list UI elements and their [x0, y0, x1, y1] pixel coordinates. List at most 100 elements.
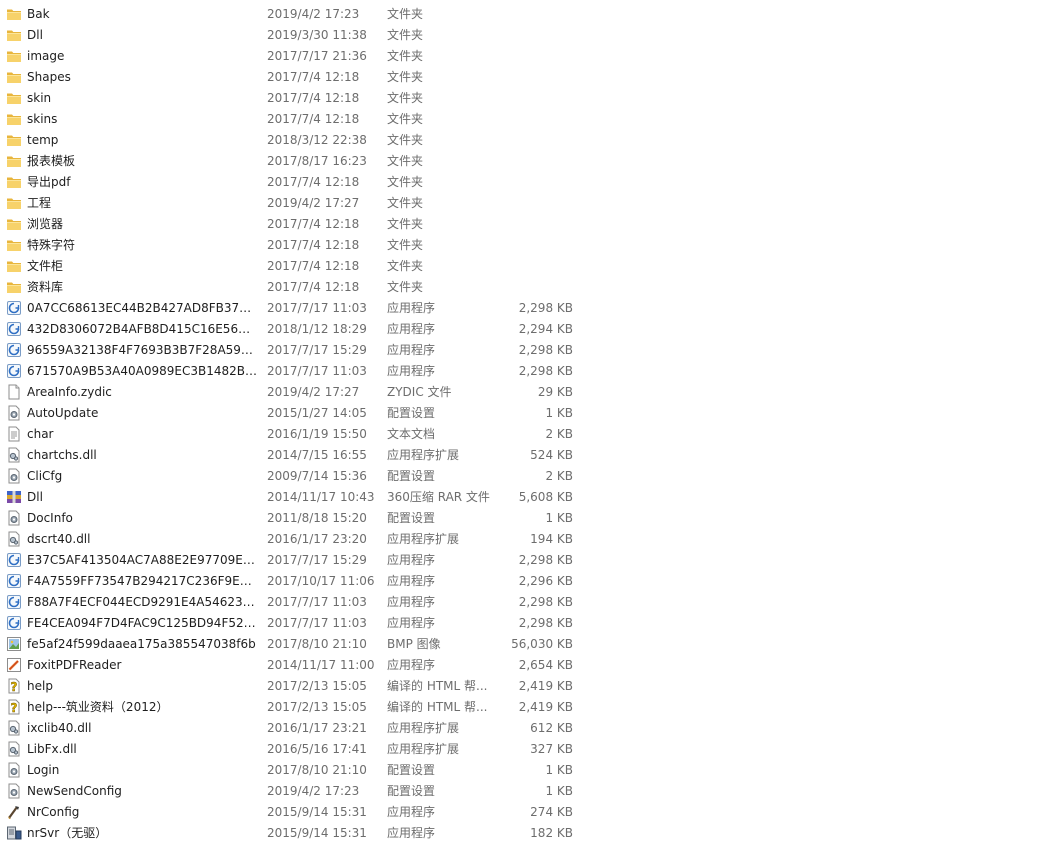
file-modified-date: 2017/7/4 12:18 [267, 217, 360, 231]
chm-help-icon: ? [6, 699, 22, 715]
file-row[interactable]: Login 2017/8/10 21:10 配置设置 1 KB [0, 760, 1047, 781]
file-name: DocInfo [27, 511, 73, 525]
file-row[interactable]: 432D8306072B4AFB8D415C16E56EC... 2018/1/1… [0, 319, 1047, 340]
file-type: 文本文档 [387, 427, 436, 441]
file-modified-date: 2017/8/10 21:10 [267, 637, 367, 651]
app-installer-icon [6, 573, 22, 589]
file-row[interactable]: FoxitPDFReader 2014/11/17 11:00 应用程序 2,654 … [0, 655, 1047, 676]
file-row[interactable]: E37C5AF413504AC7A88E2E97709E94... 2017/7/… [0, 550, 1047, 571]
file-type: ZYDIC 文件 [387, 385, 452, 399]
file-modified-date: 2017/7/17 11:03 [267, 616, 367, 630]
file-name: 432D8306072B4AFB8D415C16E56EC... [27, 322, 257, 336]
file-row[interactable]: dscrt40.dll 2016/1/17 23:20 应用程序扩展 194 KB [0, 529, 1047, 550]
blank-file-icon [6, 384, 22, 400]
file-modified-date: 2014/11/17 11:00 [267, 658, 375, 672]
file-modified-date: 2017/2/13 15:05 [267, 679, 367, 693]
file-row[interactable]: NewSendConfig 2019/4/2 17:23 配置设置 1 KB [0, 781, 1047, 802]
file-list: Bak 2019/4/2 17:23 文件夹 Dll 2019/3/30 11:38 文件… [0, 4, 1047, 844]
file-size: 2,298 KB [518, 364, 573, 378]
file-size: 1 KB [545, 511, 573, 525]
file-size: 1 KB [545, 406, 573, 420]
file-row[interactable]: skins 2017/7/4 12:18 文件夹 [0, 109, 1047, 130]
file-name: temp [27, 133, 59, 147]
file-row[interactable]: nrSvr（无驱） 2015/9/14 15:31 应用程序 182 KB [0, 823, 1047, 844]
folder-icon [6, 237, 22, 253]
file-row[interactable]: char 2016/1/19 15:50 文本文档 2 KB [0, 424, 1047, 445]
file-row[interactable]: FE4CEA094F7D4FAC9C125BD94F52C7... 2017/7/… [0, 613, 1047, 634]
file-modified-date: 2016/5/16 17:41 [267, 742, 367, 756]
app-installer-icon [6, 321, 22, 337]
file-name: NrConfig [27, 805, 80, 819]
file-row[interactable]: 0A7CC68613EC44B2B427AD8FB377F... 2017/7/1… [0, 298, 1047, 319]
file-row[interactable]: 导出pdf 2017/7/4 12:18 文件夹 [0, 172, 1047, 193]
file-name: 特殊字符 [27, 238, 76, 252]
file-row[interactable]: Bak 2019/4/2 17:23 文件夹 [0, 4, 1047, 25]
file-type: 文件夹 [387, 49, 424, 63]
file-row[interactable]: F88A7F4ECF044ECD9291E4A5462336... 2017/7/… [0, 592, 1047, 613]
file-type: 文件夹 [387, 70, 424, 84]
file-row[interactable]: 96559A32138F4F7693B3B7F28A596732 2017/7/1… [0, 340, 1047, 361]
file-row[interactable]: 报表模板 2017/8/17 16:23 文件夹 [0, 151, 1047, 172]
file-row[interactable]: DocInfo 2011/8/18 15:20 配置设置 1 KB [0, 508, 1047, 529]
file-modified-date: 2017/8/10 21:10 [267, 763, 367, 777]
file-row[interactable]: ixclib40.dll 2016/1/17 23:21 应用程序扩展 612 KB [0, 718, 1047, 739]
file-modified-date: 2017/7/17 11:03 [267, 364, 367, 378]
file-size: 2,298 KB [518, 616, 573, 630]
file-row[interactable]: temp 2018/3/12 22:38 文件夹 [0, 130, 1047, 151]
file-size: 2,654 KB [518, 658, 573, 672]
file-row[interactable]: 浏览器 2017/7/4 12:18 文件夹 [0, 214, 1047, 235]
file-row[interactable]: image 2017/7/17 21:36 文件夹 [0, 46, 1047, 67]
file-row[interactable]: AreaInfo.zydic 2019/4/2 17:27 ZYDIC 文件 29 K… [0, 382, 1047, 403]
file-type: 文件夹 [387, 175, 424, 189]
file-row[interactable]: LibFx.dll 2016/5/16 17:41 应用程序扩展 327 KB [0, 739, 1047, 760]
file-name: 工程 [27, 196, 52, 210]
file-row[interactable]: 文件柜 2017/7/4 12:18 文件夹 [0, 256, 1047, 277]
file-modified-date: 2015/9/14 15:31 [267, 805, 367, 819]
file-modified-date: 2019/4/2 17:27 [267, 196, 360, 210]
file-row[interactable]: chartchs.dll 2014/7/15 16:55 应用程序扩展 524 KB [0, 445, 1047, 466]
file-row[interactable]: fe5af24f599daaea175a385547038f6b 2017/8/1… [0, 634, 1047, 655]
file-modified-date: 2017/7/4 12:18 [267, 175, 360, 189]
file-name: Dll [27, 28, 43, 42]
file-row[interactable]: 工程 2019/4/2 17:27 文件夹 [0, 193, 1047, 214]
folder-icon [6, 111, 22, 127]
file-modified-date: 2017/7/4 12:18 [267, 91, 360, 105]
file-type: 配置设置 [387, 511, 436, 525]
file-row[interactable]: CliCfg 2009/7/14 15:36 配置设置 2 KB [0, 466, 1047, 487]
file-name: Bak [27, 7, 50, 21]
file-size: 56,030 KB [511, 637, 573, 651]
file-row[interactable]: 特殊字符 2017/7/4 12:18 文件夹 [0, 235, 1047, 256]
folder-icon [6, 279, 22, 295]
folder-icon [6, 27, 22, 43]
file-type: 文件夹 [387, 238, 424, 252]
file-name: ixclib40.dll [27, 721, 92, 735]
file-size: 327 KB [530, 742, 573, 756]
file-name: Login [27, 763, 60, 777]
file-modified-date: 2017/7/4 12:18 [267, 112, 360, 126]
file-size: 194 KB [530, 532, 573, 546]
file-row[interactable]: Dll 2019/3/30 11:38 文件夹 [0, 25, 1047, 46]
file-size: 2,298 KB [518, 301, 573, 315]
file-modified-date: 2009/7/14 15:36 [267, 469, 367, 483]
file-row[interactable]: Shapes 2017/7/4 12:18 文件夹 [0, 67, 1047, 88]
file-type: BMP 图像 [387, 637, 441, 651]
file-row[interactable]: ? help 2017/2/13 15:05 编译的 HTML 帮... 2,419 K… [0, 676, 1047, 697]
file-row[interactable]: skin 2017/7/4 12:18 文件夹 [0, 88, 1047, 109]
file-row[interactable]: NrConfig 2015/9/14 15:31 应用程序 274 KB [0, 802, 1047, 823]
file-type: 应用程序 [387, 343, 436, 357]
file-modified-date: 2015/1/27 14:05 [267, 406, 367, 420]
file-type: 应用程序扩展 [387, 721, 460, 735]
file-modified-date: 2018/3/12 22:38 [267, 133, 367, 147]
file-row[interactable]: 资料库 2017/7/4 12:18 文件夹 [0, 277, 1047, 298]
folder-icon [6, 153, 22, 169]
file-type: 编译的 HTML 帮... [387, 679, 488, 693]
file-row[interactable]: F4A7559FF73547B294217C236F9E9530 2017/10/… [0, 571, 1047, 592]
file-row[interactable]: 671570A9B53A40A0989EC3B1482B1E... 2017/7/… [0, 361, 1047, 382]
file-row[interactable]: AutoUpdate 2015/1/27 14:05 配置设置 1 KB [0, 403, 1047, 424]
file-type: 应用程序 [387, 658, 436, 672]
file-type: 应用程序 [387, 364, 436, 378]
file-type: 360压缩 RAR 文件 [387, 490, 490, 504]
file-row[interactable]: ? help---筑业资料（2012） 2017/2/13 15:05 编译的 HTM… [0, 697, 1047, 718]
file-row[interactable]: Dll 2014/11/17 10:43 360压缩 RAR 文件 5,608 KB [0, 487, 1047, 508]
file-name: Shapes [27, 70, 71, 84]
